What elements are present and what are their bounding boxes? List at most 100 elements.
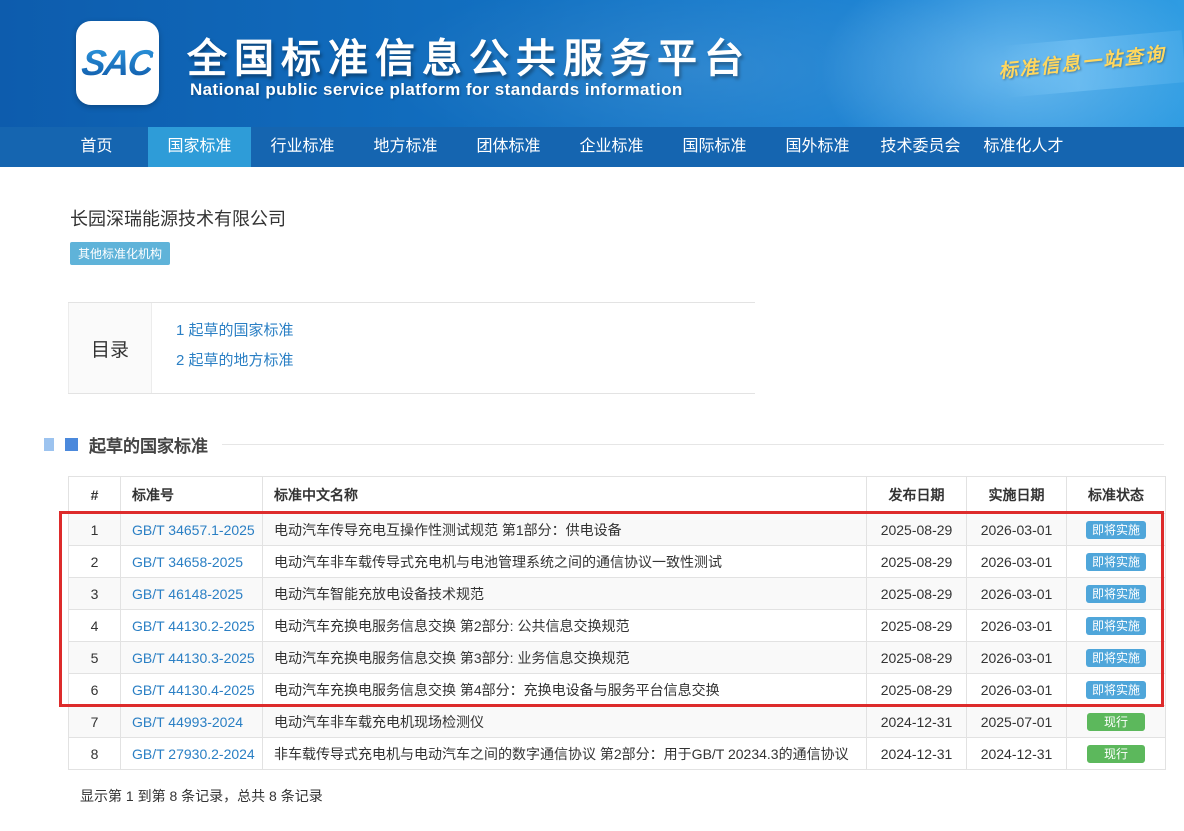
- implement-date: 2026-03-01: [967, 514, 1067, 546]
- standard-number-cell: GB/T 46148-2025: [121, 578, 263, 610]
- publish-date: 2024-12-31: [867, 738, 967, 770]
- company-name: 长园深瑞能源技术有限公司: [70, 205, 1184, 231]
- status-cell: 即将实施: [1067, 610, 1166, 642]
- row-index: 8: [69, 738, 121, 770]
- table-row: 5 GB/T 44130.3-2025 电动汽车充换电服务信息交换 第3部分: 业务…: [69, 642, 1166, 674]
- publish-date: 2025-08-29: [867, 642, 967, 674]
- column-header: 发布日期: [867, 477, 967, 514]
- status-cell: 即将实施: [1067, 674, 1166, 706]
- publish-date: 2025-08-29: [867, 610, 967, 642]
- column-header: #: [69, 477, 121, 514]
- toc-title: 目录: [68, 303, 152, 393]
- standard-number-link[interactable]: GB/T 44993-2024: [132, 714, 243, 730]
- status-cell: 即将实施: [1067, 546, 1166, 578]
- table-row: 6 GB/T 44130.4-2025 电动汽车充换电服务信息交换 第4部分：充换电…: [69, 674, 1166, 706]
- nav-item[interactable]: 首页: [45, 127, 148, 167]
- status-badge: 现行: [1087, 745, 1145, 763]
- nav-item[interactable]: 国外标准: [766, 127, 869, 167]
- table-header-row: #标准号标准中文名称发布日期实施日期标准状态: [69, 477, 1166, 514]
- standard-name: 电动汽车充换电服务信息交换 第2部分: 公共信息交换规范: [263, 610, 867, 642]
- status-cell: 现行: [1067, 706, 1166, 738]
- section-marker-light-icon: [44, 438, 54, 451]
- standard-number-link[interactable]: GB/T 44130.4-2025: [132, 682, 255, 698]
- status-badge: 即将实施: [1086, 617, 1146, 635]
- standard-number-cell: GB/T 44130.4-2025: [121, 674, 263, 706]
- nav-item[interactable]: 国际标准: [663, 127, 766, 167]
- publish-date: 2025-08-29: [867, 578, 967, 610]
- table-of-contents: 目录 1 起草的国家标准 2 起草的地方标准: [68, 302, 755, 394]
- nav-item[interactable]: 国家标准: [148, 127, 251, 167]
- row-index: 1: [69, 514, 121, 546]
- site-header: SAC 全国标准信息公共服务平台 National public service…: [0, 0, 1184, 127]
- standard-name: 电动汽车非车载传导式充电机与电池管理系统之间的通信协议一致性测试: [263, 546, 867, 578]
- site-title: 全国标准信息公共服务平台: [187, 26, 751, 84]
- status-badge: 即将实施: [1086, 553, 1146, 571]
- row-index: 6: [69, 674, 121, 706]
- toc-link[interactable]: 2 起草的地方标准: [176, 349, 294, 370]
- toc-link[interactable]: 1 起草的国家标准: [176, 319, 294, 340]
- standard-number-link[interactable]: GB/T 27930.2-2024: [132, 746, 255, 762]
- standard-number-link[interactable]: GB/T 34658-2025: [132, 554, 243, 570]
- standard-number-cell: GB/T 44130.3-2025: [121, 642, 263, 674]
- status-cell: 现行: [1067, 738, 1166, 770]
- main-nav: 首页国家标准行业标准地方标准团体标准企业标准国际标准国外标准技术委员会标准化人才: [0, 127, 1184, 167]
- row-index: 7: [69, 706, 121, 738]
- section-title: 起草的国家标准: [89, 432, 208, 457]
- column-header: 标准号: [121, 477, 263, 514]
- implement-date: 2025-07-01: [967, 706, 1067, 738]
- sac-logo[interactable]: SAC: [76, 21, 159, 105]
- standards-table-container: #标准号标准中文名称发布日期实施日期标准状态 1 GB/T 34657.1-202…: [68, 476, 1165, 770]
- standards-table-body: 1 GB/T 34657.1-2025 电动汽车传导充电互操作性测试规范 第1部分：…: [69, 514, 1166, 770]
- standard-name: 电动汽车充换电服务信息交换 第3部分: 业务信息交换规范: [263, 642, 867, 674]
- table-row: 8 GB/T 27930.2-2024 非车载传导式充电机与电动汽车之间的数字通信协…: [69, 738, 1166, 770]
- row-index: 3: [69, 578, 121, 610]
- standard-number-cell: GB/T 34658-2025: [121, 546, 263, 578]
- standard-number-link[interactable]: GB/T 44130.2-2025: [132, 618, 255, 634]
- implement-date: 2024-12-31: [967, 738, 1067, 770]
- standard-number-cell: GB/T 44993-2024: [121, 706, 263, 738]
- standard-name: 电动汽车智能充放电设备技术规范: [263, 578, 867, 610]
- toc-links: 1 起草的国家标准 2 起草的地方标准: [152, 303, 294, 393]
- standard-name: 电动汽车传导充电互操作性测试规范 第1部分：供电设备: [263, 514, 867, 546]
- implement-date: 2026-03-01: [967, 674, 1067, 706]
- standard-name: 非车载传导式充电机与电动汽车之间的数字通信协议 第2部分：用于GB/T 2023…: [263, 738, 867, 770]
- standard-number-cell: GB/T 27930.2-2024: [121, 738, 263, 770]
- nav-item[interactable]: 标准化人才: [972, 127, 1075, 167]
- column-header: 标准中文名称: [263, 477, 867, 514]
- standard-number-link[interactable]: GB/T 46148-2025: [132, 586, 243, 602]
- table-row: 2GB/T 34658-2025电动汽车非车载传导式充电机与电池管理系统之间的通…: [69, 546, 1166, 578]
- status-badge: 即将实施: [1086, 649, 1146, 667]
- nav-item[interactable]: 行业标准: [251, 127, 354, 167]
- row-index: 5: [69, 642, 121, 674]
- column-header: 实施日期: [967, 477, 1067, 514]
- standard-number-link[interactable]: GB/T 44130.3-2025: [132, 650, 255, 666]
- nav-item[interactable]: 技术委员会: [869, 127, 972, 167]
- publish-date: 2025-08-29: [867, 674, 967, 706]
- status-badge: 现行: [1087, 713, 1145, 731]
- section-divider: [222, 444, 1164, 445]
- standard-name: 电动汽车充换电服务信息交换 第4部分：充换电设备与服务平台信息交换: [263, 674, 867, 706]
- nav-item[interactable]: 团体标准: [457, 127, 560, 167]
- table-row: 3 GB/T 46148-2025 电动汽车智能充放电设备技术规范2025-08-2…: [69, 578, 1166, 610]
- section-header: 起草的国家标准: [44, 432, 1164, 457]
- standard-number-cell: GB/T 34657.1-2025: [121, 514, 263, 546]
- publish-date: 2024-12-31: [867, 706, 967, 738]
- nav-item[interactable]: 地方标准: [354, 127, 457, 167]
- sac-logo-text: SAC: [80, 42, 156, 84]
- standard-number-link[interactable]: GB/T 34657.1-2025: [132, 522, 255, 538]
- implement-date: 2026-03-01: [967, 642, 1067, 674]
- status-badge: 即将实施: [1086, 681, 1146, 699]
- implement-date: 2026-03-01: [967, 546, 1067, 578]
- org-type-badge: 其他标准化机构: [70, 242, 170, 265]
- publish-date: 2025-08-29: [867, 514, 967, 546]
- section-marker-icon: [65, 438, 78, 451]
- status-cell: 即将实施: [1067, 514, 1166, 546]
- implement-date: 2026-03-01: [967, 578, 1067, 610]
- nav-item[interactable]: 企业标准: [560, 127, 663, 167]
- row-index: 4: [69, 610, 121, 642]
- column-header: 标准状态: [1067, 477, 1166, 514]
- standards-table: #标准号标准中文名称发布日期实施日期标准状态 1 GB/T 34657.1-202…: [68, 476, 1166, 770]
- table-row: 1 GB/T 34657.1-2025 电动汽车传导充电互操作性测试规范 第1部分：…: [69, 514, 1166, 546]
- standard-name: 电动汽车非车载充电机现场检测仪: [263, 706, 867, 738]
- site-subtitle: National public service platform for sta…: [190, 80, 683, 100]
